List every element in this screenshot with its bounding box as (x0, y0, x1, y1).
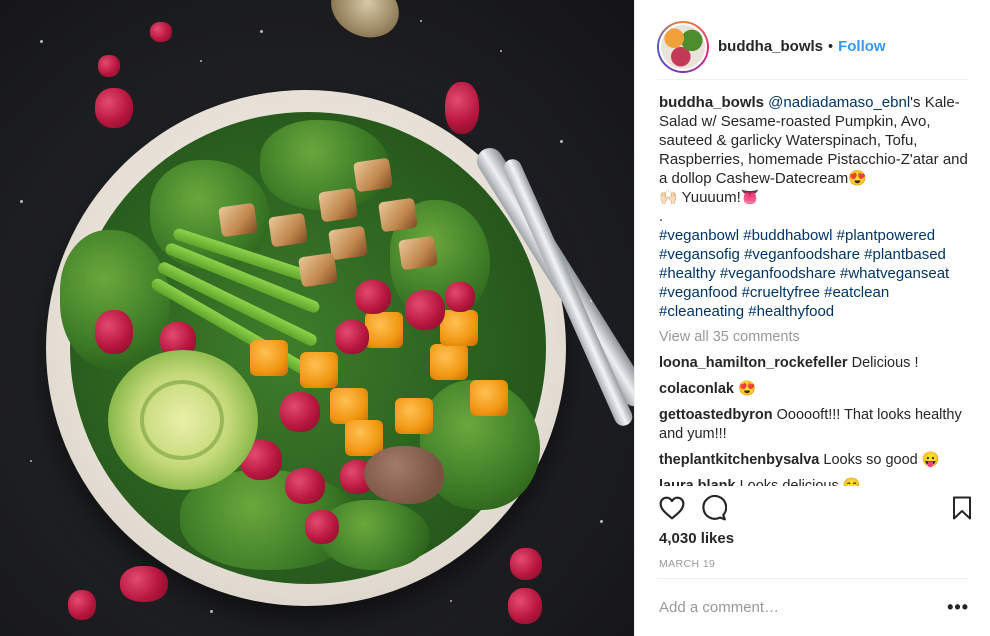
comment-username[interactable]: theplantkitchenbysalva (659, 452, 819, 468)
more-options-icon[interactable]: ••• (947, 597, 969, 618)
avatar[interactable] (657, 20, 709, 73)
raspberry (305, 510, 339, 544)
action-bar (659, 494, 975, 522)
raspberry (445, 282, 475, 312)
tofu-cube (268, 212, 308, 248)
header-separator: • (828, 38, 834, 55)
avocado-swirl (140, 380, 224, 460)
raspberry (508, 588, 542, 624)
caption-mention[interactable]: @nadiadamaso_ebnl (768, 94, 910, 111)
sprinkle-speck (40, 40, 43, 43)
caption-username[interactable]: buddha_bowls (659, 94, 764, 111)
sprinkle-speck (420, 20, 422, 22)
pumpkin-cube (365, 312, 403, 348)
pumpkin-cube (430, 344, 468, 380)
comment-username[interactable]: colaconlak (659, 381, 734, 397)
raspberry (510, 548, 542, 580)
comment-text: Looks delicious 😋 (739, 478, 861, 486)
raspberry (280, 392, 320, 432)
post-date[interactable]: MARCH 19 (659, 558, 715, 570)
comment-icon[interactable] (701, 495, 727, 521)
add-comment-bar: Add a comment… ••• (657, 578, 969, 636)
sprinkle-speck (500, 50, 502, 52)
post-photo[interactable] (0, 0, 634, 636)
comment-username[interactable]: gettoastedbyron (659, 407, 773, 423)
comment-item: laura.blank Looks delicious 😋 (659, 477, 971, 486)
raspberry (98, 55, 120, 77)
comment-text: 😍 (737, 381, 757, 397)
tofu-cube (298, 252, 338, 288)
sprinkle-speck (20, 200, 23, 203)
raspberry (95, 88, 133, 128)
pumpkin-cube (395, 398, 433, 434)
raspberry (120, 566, 168, 602)
raspberry (335, 320, 369, 354)
cashew-cream (364, 446, 444, 504)
likes-count[interactable]: 4,030 likes (659, 530, 734, 547)
caption-line2: 🙌🏻 Yuuuum!👅 (659, 189, 760, 206)
comment-item: colaconlak 😍 (659, 380, 971, 399)
spice-spoon (321, 0, 409, 49)
view-all-comments-link[interactable]: View all 35 comments (659, 328, 971, 347)
pumpkin-cube (470, 380, 508, 416)
heart-icon[interactable] (659, 495, 685, 521)
pumpkin-cube (250, 340, 288, 376)
instagram-post: buddha_bowls • Follow buddha_bowls @nadi… (0, 0, 990, 636)
comment-item: loona_hamilton_rockefeller Delicious ! (659, 354, 971, 373)
post-sidebar: buddha_bowls • Follow buddha_bowls @nadi… (634, 0, 990, 636)
raspberry (150, 22, 172, 42)
pumpkin-cube (300, 352, 338, 388)
tofu-cube (353, 157, 393, 193)
comment-text: Looks so good 😛 (823, 452, 940, 468)
sprinkle-speck (450, 600, 452, 602)
raspberry (445, 82, 479, 134)
pumpkin-cube (330, 388, 368, 424)
sprinkle-speck (260, 30, 263, 33)
sprinkle-speck (600, 520, 603, 523)
comment-item: gettoastedbyron Oooooft!!! That looks he… (659, 406, 971, 444)
follow-button[interactable]: Follow (838, 38, 886, 55)
sprinkle-speck (30, 460, 32, 462)
comment-username[interactable]: laura.blank (659, 478, 736, 486)
post-header: buddha_bowls • Follow (657, 14, 969, 80)
comments-section[interactable]: buddha_bowls @nadiadamaso_ebnl's Kale-Sa… (659, 93, 971, 486)
raspberry (355, 280, 391, 314)
sprinkle-speck (590, 300, 592, 302)
caption: buddha_bowls @nadiadamaso_ebnl's Kale-Sa… (659, 93, 971, 321)
pumpkin-cube (345, 420, 383, 456)
tofu-cube (378, 197, 418, 233)
sprinkle-speck (210, 610, 213, 613)
add-comment-input[interactable]: Add a comment… (657, 599, 947, 616)
header-username[interactable]: buddha_bowls (718, 38, 823, 55)
caption-line3: . (659, 208, 664, 225)
tofu-cube (398, 235, 438, 271)
tofu-cube (218, 202, 258, 238)
comment-text: Delicious ! (851, 355, 919, 371)
avatar-image (659, 22, 707, 71)
sprinkle-speck (200, 60, 202, 62)
bookmark-icon[interactable] (949, 495, 975, 521)
comment-username[interactable]: loona_hamilton_rockefeller (659, 355, 848, 371)
comment-item: theplantkitchenbysalva Looks so good 😛 (659, 451, 971, 470)
raspberry (285, 468, 325, 504)
raspberry (95, 310, 133, 354)
sprinkle-speck (560, 140, 563, 143)
pumpkin-cube (440, 310, 478, 346)
tofu-cube (318, 187, 358, 223)
raspberry (68, 590, 96, 620)
raspberry (405, 290, 445, 330)
caption-hashtags[interactable]: #veganbowl #buddhabowl #plantpowered #ve… (659, 227, 949, 320)
